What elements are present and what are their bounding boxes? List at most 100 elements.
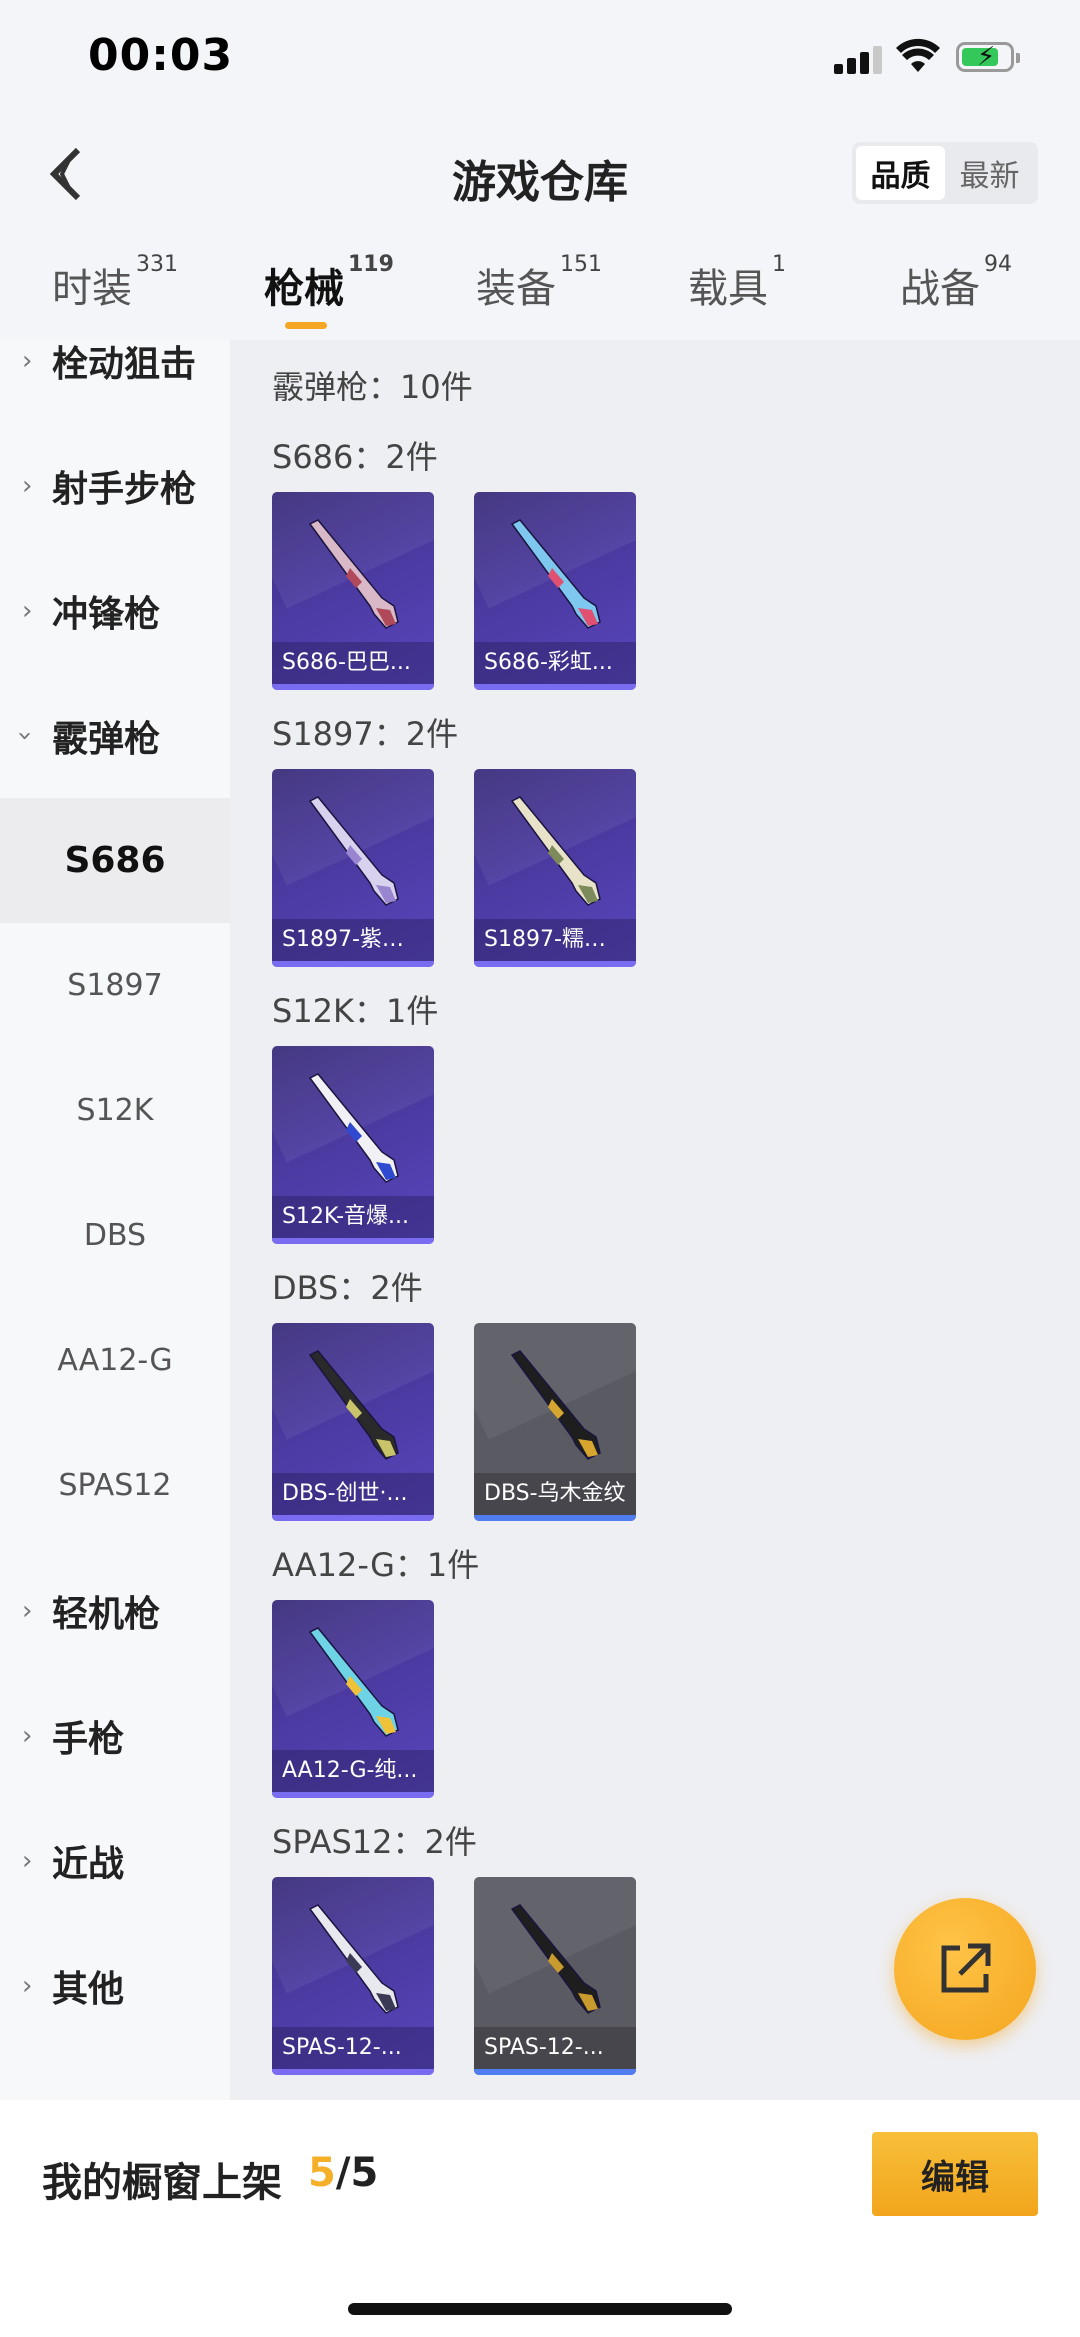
status-time: 00:03	[88, 30, 234, 81]
share-fab-button[interactable]	[894, 1898, 1036, 2040]
gun-skin-icon	[308, 1904, 399, 2014]
cellular-signal-icon	[834, 46, 884, 74]
sidebar-item-label: 霰弹枪	[52, 718, 161, 760]
chevron-right-icon: ›	[22, 1595, 33, 1626]
sidebar-item-label: 冲锋枪	[52, 593, 161, 635]
tab-label: 时装	[52, 266, 132, 312]
chevron-down-icon: ›	[10, 730, 41, 741]
edit-button[interactable]: 编辑	[872, 2132, 1038, 2216]
group-title: S1897：2件	[272, 715, 459, 753]
share-external-icon	[941, 1943, 991, 1993]
tab-guns[interactable]: 枪械119	[264, 252, 394, 314]
home-indicator	[348, 2303, 732, 2315]
item-card[interactable]: S12K-音爆...	[272, 1046, 434, 1244]
sidebar-sub-s12k[interactable]: S12K	[0, 1048, 230, 1173]
chevron-right-icon: ›	[22, 1720, 33, 1751]
gun-skin-icon	[308, 1350, 399, 1460]
chevron-right-icon: ›	[22, 470, 33, 501]
sort-toggle: 品质 最新	[852, 142, 1038, 204]
group-title: AA12-G：1件	[272, 1546, 480, 1584]
sidebar-sub-dbs[interactable]: DBS	[0, 1173, 230, 1298]
quality-bar	[272, 2069, 434, 2075]
sidebar-item-bolt-sniper[interactable]: › 栓动狙击	[0, 340, 230, 423]
shelf-separator: /	[335, 2150, 351, 2196]
quality-bar	[272, 684, 434, 690]
sidebar-sub-aa12g[interactable]: AA12-G	[0, 1298, 230, 1423]
item-card[interactable]: S1897-糯团...	[474, 769, 636, 967]
item-name: DBS-乌木金纹	[474, 1473, 636, 1515]
gun-skin-icon	[308, 1073, 399, 1183]
item-card[interactable]: SPAS-12-...	[474, 1877, 636, 2075]
item-grid: 霰弹枪：10件 S686：2件 S686-巴巴... S686-彩虹... S1897…	[230, 340, 1080, 2100]
gun-skin-icon	[308, 1627, 399, 1737]
tab-label: 枪械	[264, 266, 344, 312]
shelf-label: 我的橱窗上架	[42, 2160, 282, 2206]
item-card[interactable]: AA12-G-纯...	[272, 1600, 434, 1798]
gun-skin-icon	[308, 519, 399, 629]
shelf-current: 5	[308, 2150, 336, 2196]
tab-count: 331	[136, 252, 178, 277]
sidebar-sub-spas12[interactable]: SPAS12	[0, 1423, 230, 1548]
gun-skin-icon	[510, 1904, 601, 2014]
sidebar-sub-s1897[interactable]: S1897	[0, 923, 230, 1048]
category-summary: 霰弹枪：10件	[272, 368, 473, 406]
item-card[interactable]: DBS-乌木金纹	[474, 1323, 636, 1521]
active-tab-indicator	[285, 322, 327, 329]
sidebar: › 栓动狙击 › 射手步枪 › 冲锋枪 › 霰弹枪 S686 S1897 S12…	[0, 340, 230, 2100]
item-card[interactable]: SPAS-12-...	[272, 1877, 434, 2075]
tab-count: 94	[984, 252, 1012, 277]
quality-bar	[272, 1515, 434, 1521]
sidebar-item-melee[interactable]: › 近战	[0, 1798, 230, 1923]
sidebar-item-pistol[interactable]: › 手枪	[0, 1673, 230, 1798]
tab-label: 装备	[476, 266, 556, 312]
sidebar-sub-s686[interactable]: S686	[0, 798, 230, 923]
item-name: DBS-创世·...	[272, 1473, 434, 1515]
sidebar-item-label: 其他	[52, 1968, 125, 2010]
sidebar-item-smg[interactable]: › 冲锋枪	[0, 548, 230, 673]
quality-bar	[474, 2069, 636, 2075]
gun-skin-icon	[510, 1350, 601, 1460]
group-title: S686：2件	[272, 438, 438, 476]
wifi-icon	[896, 38, 940, 72]
item-name: S12K-音爆...	[272, 1196, 434, 1238]
header: 游戏仓库 品质 最新	[0, 120, 1080, 230]
tab-fashion[interactable]: 时装331	[52, 252, 178, 314]
sidebar-item-label: 近战	[52, 1843, 125, 1885]
tab-equipment[interactable]: 装备151	[476, 252, 602, 314]
item-card[interactable]: S1897-紫幽梦	[272, 769, 434, 967]
item-name: S686-巴巴...	[272, 642, 434, 684]
item-name: S686-彩虹...	[474, 642, 636, 684]
group-title: DBS：2件	[272, 1269, 423, 1307]
item-name: AA12-G-纯...	[272, 1750, 434, 1792]
item-name: S1897-紫幽梦	[272, 919, 434, 961]
sidebar-item-other[interactable]: › 其他	[0, 1923, 230, 2048]
tab-war-prep[interactable]: 战备94	[900, 252, 1012, 314]
sort-option-newest[interactable]: 最新	[945, 146, 1034, 200]
item-card[interactable]: DBS-创世·...	[272, 1323, 434, 1521]
sidebar-item-marksman-rifle[interactable]: › 射手步枪	[0, 423, 230, 548]
sidebar-item-label: 手枪	[52, 1718, 125, 1760]
sidebar-item-label: 轻机枪	[52, 1593, 161, 1635]
item-card[interactable]: S686-巴巴...	[272, 492, 434, 690]
chevron-right-icon: ›	[22, 595, 33, 626]
tab-count: 1	[772, 252, 786, 277]
item-name: S1897-糯团...	[474, 919, 636, 961]
quality-bar	[272, 1238, 434, 1244]
tab-vehicles[interactable]: 载具1	[688, 252, 786, 314]
item-name: SPAS-12-...	[272, 2027, 434, 2069]
item-card[interactable]: S686-彩虹...	[474, 492, 636, 690]
gun-skin-icon	[510, 519, 601, 629]
shelf-count: 5/5	[308, 2150, 378, 2196]
shelf-total: 5	[350, 2150, 379, 2196]
sort-option-quality[interactable]: 品质	[856, 146, 945, 200]
tab-label: 载具	[688, 266, 768, 312]
chevron-right-icon: ›	[22, 1845, 33, 1876]
gun-skin-icon	[308, 796, 399, 906]
group-title: S12K：1件	[272, 992, 439, 1030]
tab-count: 151	[560, 252, 602, 277]
sidebar-item-shotgun[interactable]: › 霰弹枪	[0, 673, 230, 798]
battery-charging-icon: ⚡	[956, 42, 1020, 72]
tab-count: 119	[348, 252, 394, 277]
quality-bar	[272, 1792, 434, 1798]
sidebar-item-lmg[interactable]: › 轻机枪	[0, 1548, 230, 1673]
